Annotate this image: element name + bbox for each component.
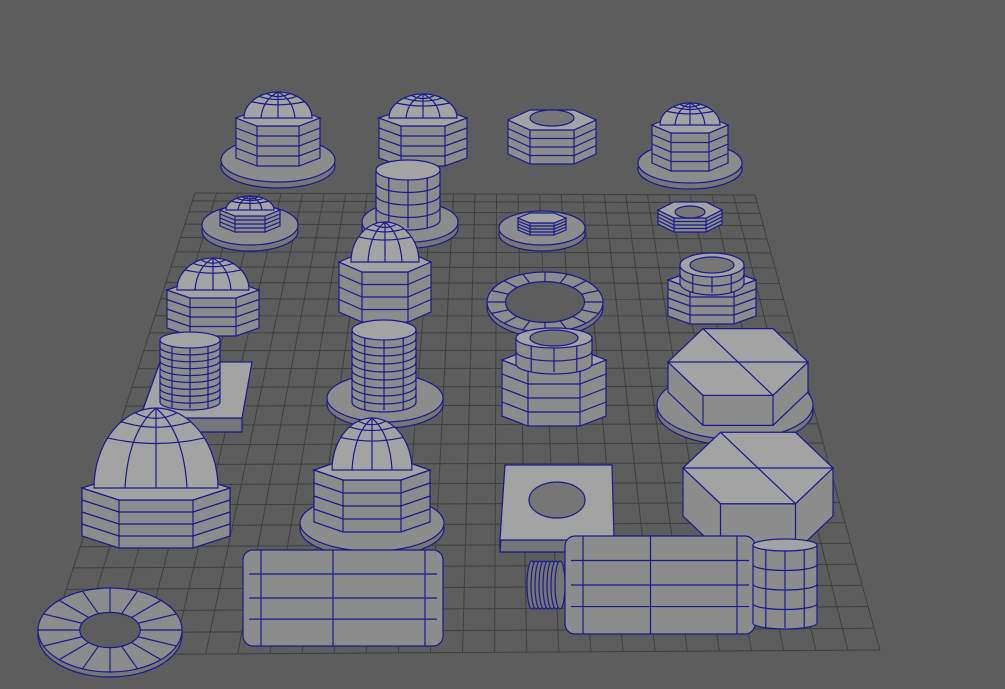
- castle-acorn-flange-nut: [299, 417, 445, 558]
- flange-lock-nut: [637, 102, 743, 190]
- grid-line: [494, 194, 498, 653]
- thread: [554, 560, 566, 610]
- hex-top: [516, 212, 568, 224]
- cylinder-cap: [752, 538, 818, 552]
- hex-nut: [506, 109, 598, 165]
- acorn-nut: [377, 93, 469, 167]
- hex-standoff: [526, 535, 818, 635]
- cylinder-cap: [159, 331, 221, 349]
- cylinder-cap: [375, 159, 441, 181]
- washer: [37, 587, 183, 678]
- hole: [689, 256, 735, 274]
- hole: [504, 281, 586, 324]
- hole: [674, 205, 706, 219]
- small-flange-nut: [498, 210, 586, 252]
- 3d-viewport[interactable]: [0, 0, 1005, 689]
- hole: [528, 481, 586, 519]
- acorn-flange-nut: [220, 91, 336, 189]
- nylon-lock-nut: [666, 252, 758, 325]
- viewport-scene[interactable]: [0, 0, 1005, 689]
- hole: [79, 611, 141, 649]
- flanged-stud: [326, 319, 444, 429]
- flange-nut: [201, 195, 299, 252]
- hex-coupling-bar: [242, 549, 444, 647]
- hole: [529, 109, 575, 127]
- domed-lock-nut: [165, 257, 261, 337]
- hole: [529, 329, 579, 347]
- cylinder-cap: [351, 319, 417, 341]
- castle-nut: [500, 327, 608, 427]
- washer-ring: [486, 271, 604, 338]
- hex-bolt-head: [682, 431, 834, 553]
- flange-hex-head: [656, 328, 814, 446]
- grid-line: [462, 193, 476, 653]
- thin-hex-nut: [656, 201, 724, 233]
